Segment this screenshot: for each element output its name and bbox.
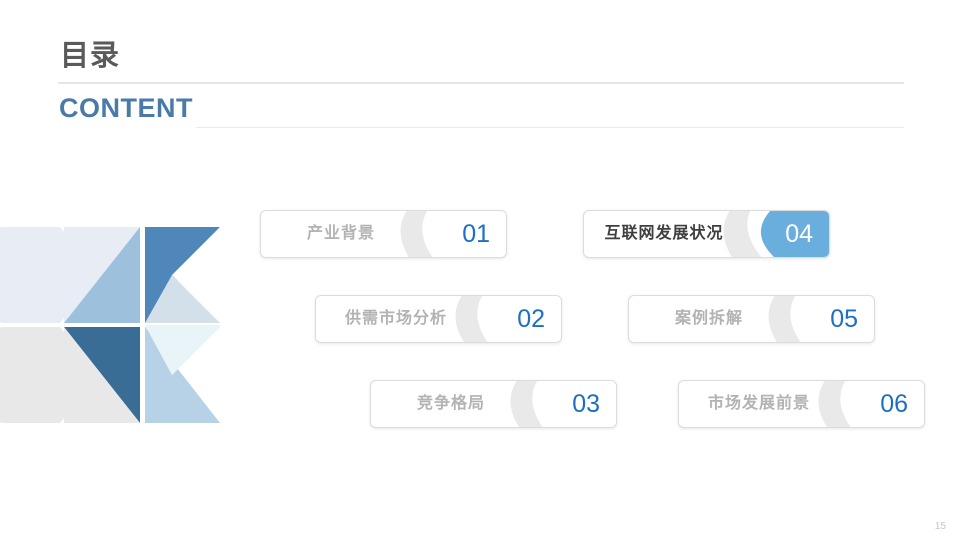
content-card-04[interactable]: 互联网发展状况 04 [583,210,830,258]
card-label: 互联网发展状况 [604,225,724,242]
card-number: 04 [785,220,813,248]
card-number: 02 [517,305,545,333]
card-number: 05 [830,305,858,333]
content-card-03[interactable]: 竞争格局 03 [370,380,617,428]
card-label: 产业背景 [306,225,375,242]
card-label: 竞争格局 [416,395,485,412]
content-card-list: 产业背景 01 供需市场分析 02 竞争格局 03 互联网发展状况 04 案例拆… [0,0,960,540]
card-label: 供需市场分析 [344,310,447,327]
card-number: 06 [880,390,908,418]
content-card-02[interactable]: 供需市场分析 02 [315,295,562,343]
page-number: 15 [934,521,946,532]
content-card-01[interactable]: 产业背景 01 [260,210,507,258]
content-card-06[interactable]: 市场发展前景 06 [678,380,925,428]
content-card-05[interactable]: 案例拆解 05 [628,295,875,343]
card-number: 03 [572,390,600,418]
card-label: 案例拆解 [674,310,743,327]
card-number: 01 [462,220,490,248]
card-label: 市场发展前景 [707,395,810,412]
